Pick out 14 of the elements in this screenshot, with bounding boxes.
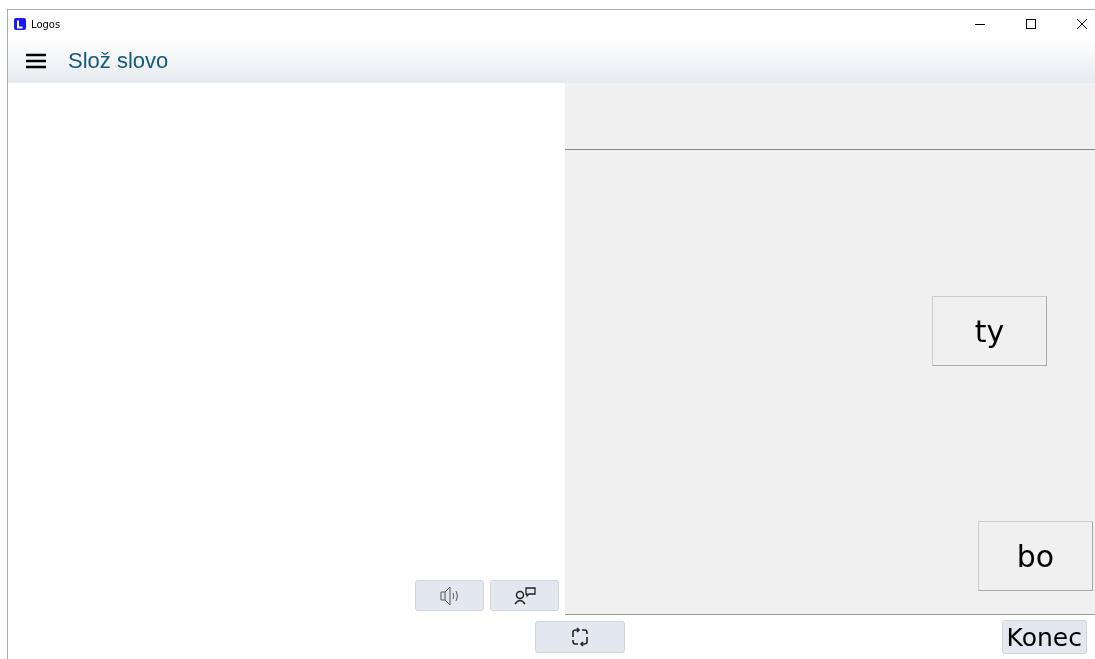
speaker-icon: [439, 585, 460, 606]
maximize-icon[interactable]: [1026, 19, 1036, 29]
page-title: Slož slovo: [68, 47, 169, 74]
close-icon[interactable]: [1077, 19, 1087, 29]
end-button[interactable]: Konec: [1001, 620, 1087, 654]
refresh-button[interactable]: [535, 621, 625, 653]
person-speech-icon: [513, 586, 536, 605]
refresh-icon: [570, 627, 590, 647]
syllable-tile[interactable]: bo: [978, 521, 1093, 591]
syllable-tile[interactable]: ty: [932, 296, 1047, 366]
menu-icon[interactable]: [26, 52, 46, 69]
speech-button[interactable]: [490, 580, 559, 611]
app-logo-icon: [14, 18, 26, 30]
window-title: Logos: [31, 18, 61, 30]
